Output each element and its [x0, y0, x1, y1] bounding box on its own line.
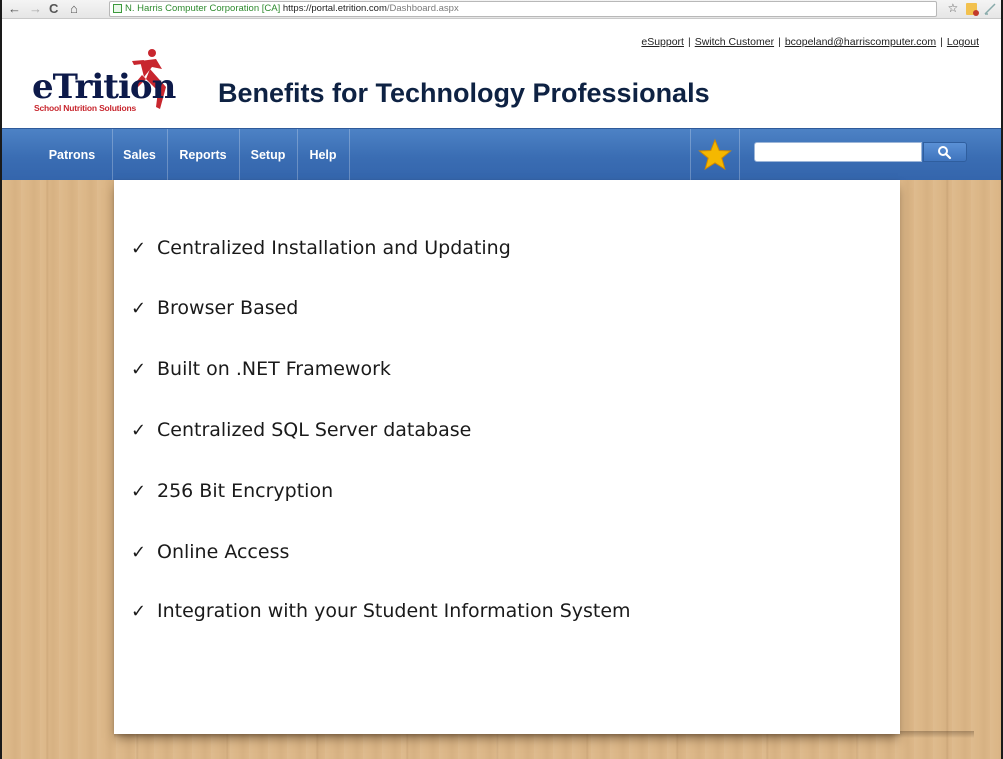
content-panel: [114, 180, 900, 734]
url-path: /Dashboard.aspx: [386, 3, 459, 14]
benefit-item: ✓ Browser Based: [131, 297, 298, 319]
menu-item-patrons[interactable]: Patrons: [32, 129, 113, 181]
checkmark-icon: ✓: [131, 542, 147, 563]
url-host: https://portal.etrition.com: [282, 3, 387, 14]
benefit-item: ✓ Online Access: [131, 541, 289, 563]
lock-icon: [113, 4, 122, 13]
menu-item-reports[interactable]: Reports: [167, 129, 240, 181]
extension-pen-icon[interactable]: [983, 3, 997, 15]
forward-arrow-icon[interactable]: →: [29, 1, 42, 17]
logo-wordmark: eTrition: [32, 67, 176, 107]
logout-link[interactable]: Logout: [947, 36, 979, 48]
reload-icon[interactable]: C: [49, 1, 58, 17]
search-input[interactable]: [754, 142, 922, 162]
checkmark-icon: ✓: [131, 481, 147, 502]
link-separator: |: [687, 36, 691, 48]
menu-item-setup[interactable]: Setup: [239, 129, 298, 181]
benefit-text: 256 Bit Encryption: [157, 480, 334, 502]
link-separator: |: [778, 36, 781, 48]
benefit-item: ✓ Integration with your Student Informati…: [131, 600, 631, 622]
logo-tagline: School Nutrition Solutions: [34, 103, 136, 113]
browser-toolbar: ← → C ⌂ N. Harris Computer Corporation […: [2, 0, 1001, 19]
benefit-text: Integration with your Student Informatio…: [157, 600, 631, 622]
address-bar[interactable]: N. Harris Computer Corporation [CA] http…: [109, 1, 937, 17]
toolbar-right: ☆: [948, 1, 997, 16]
home-icon[interactable]: ⌂: [70, 1, 78, 17]
benefit-item: ✓ 256 Bit Encryption: [131, 480, 333, 502]
benefit-item: ✓ Centralized Installation and Updating: [131, 237, 511, 259]
bookmark-star-icon[interactable]: ☆: [948, 1, 959, 15]
page-title: Benefits for Technology Professionals: [218, 78, 710, 108]
benefit-text: Centralized SQL Server database: [157, 419, 472, 441]
benefit-item: ✓ Built on .NET Framework: [131, 358, 391, 380]
esupport-link[interactable]: eSupport: [641, 36, 684, 48]
utility-links: eSupport | Switch Customer | bcopeland@harri…: [641, 36, 979, 48]
benefit-text: Centralized Installation and Updating: [157, 237, 511, 259]
user-email-link[interactable]: bcopeland@harriscomputer.com: [785, 36, 936, 48]
checkmark-icon: ✓: [131, 298, 147, 319]
menu-item-help[interactable]: Help: [297, 129, 350, 181]
benefit-text: Browser Based: [157, 297, 299, 319]
checkmark-icon: ✓: [131, 238, 147, 259]
back-arrow-icon[interactable]: ←: [8, 1, 21, 17]
etrition-logo[interactable]: eTrition School Nutrition Solutions: [32, 47, 182, 117]
main-menu-bar: Patrons Sales Reports Setup Help: [2, 128, 1001, 181]
extension-icon[interactable]: [965, 2, 979, 16]
site-header: eSupport | Switch Customer | bcopeland@harri…: [2, 19, 1001, 127]
menu-item-sales[interactable]: Sales: [112, 129, 168, 181]
favorites-star-icon: [698, 138, 732, 171]
search-button[interactable]: [923, 142, 967, 162]
favorites-button[interactable]: [690, 129, 740, 181]
checkmark-icon: ✓: [131, 420, 147, 441]
benefit-text: Built on .NET Framework: [157, 358, 391, 380]
switch-customer-link[interactable]: Switch Customer: [695, 36, 774, 48]
benefit-text: Online Access: [157, 541, 290, 563]
search-icon: [938, 146, 952, 160]
benefit-item: ✓ Centralized SQL Server database: [131, 419, 471, 441]
link-separator: |: [940, 36, 943, 48]
ev-certificate-label: N. Harris Computer Corporation [CA]: [125, 3, 281, 14]
checkmark-icon: ✓: [131, 601, 147, 622]
checkmark-icon: ✓: [131, 359, 147, 380]
